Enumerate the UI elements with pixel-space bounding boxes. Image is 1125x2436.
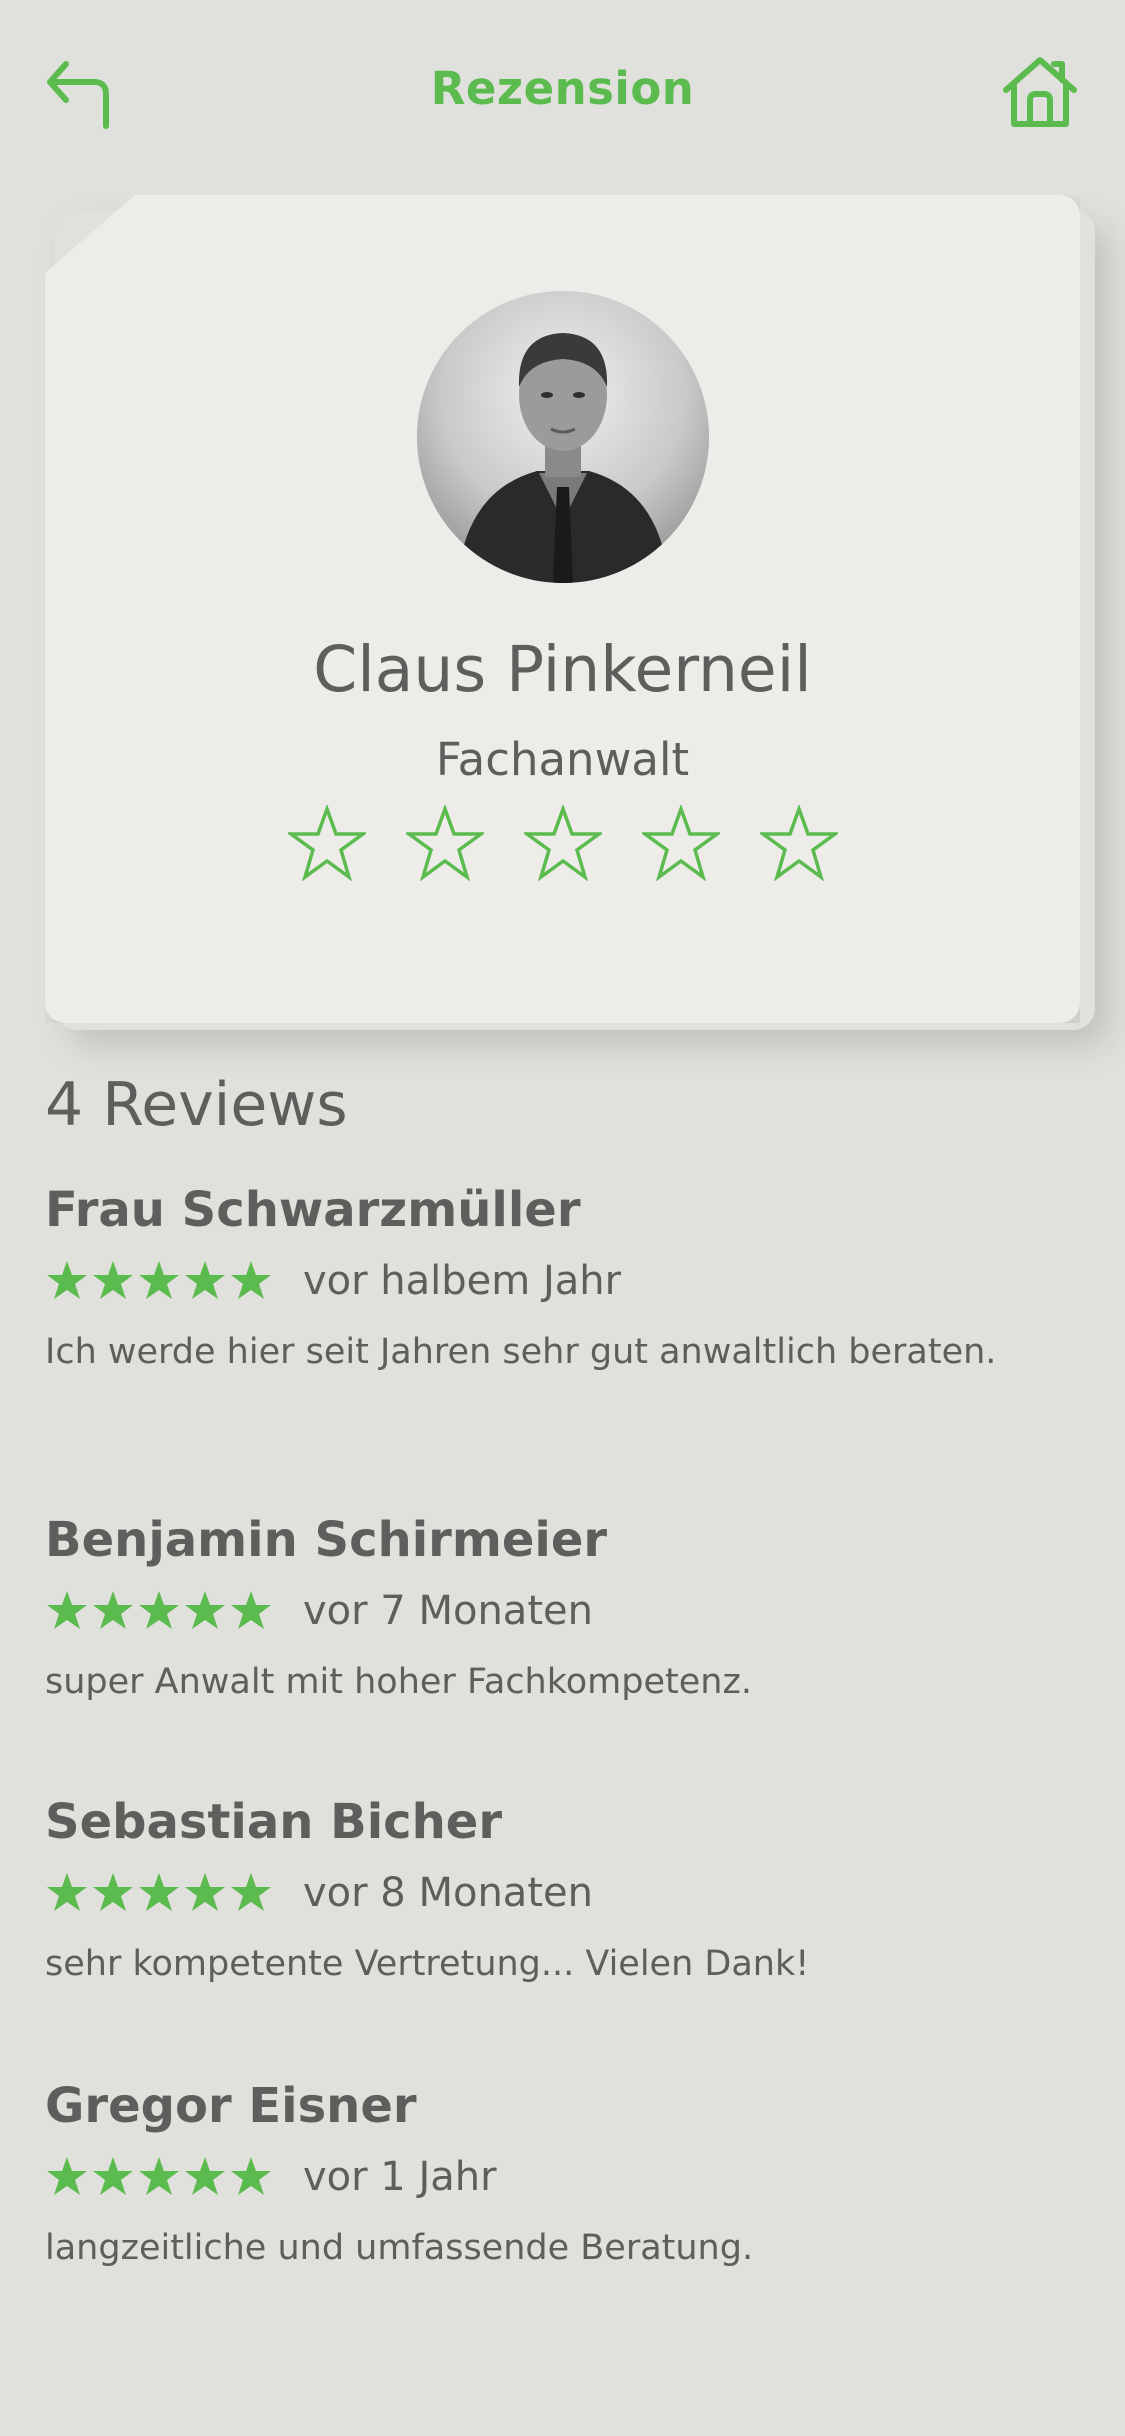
review-time: vor 8 Monaten — [303, 1870, 593, 1916]
review-stars — [45, 2155, 273, 2199]
star-filled-icon — [185, 1873, 225, 1911]
review-item: Frau Schwarzmüller vor halbem Jahr Ich w… — [45, 1180, 1080, 1374]
star-filled-icon — [93, 1261, 133, 1299]
star-filled-icon — [185, 2157, 225, 2195]
review-meta: vor 1 Jahr — [45, 2152, 1080, 2202]
star-filled-icon — [231, 1591, 271, 1629]
review-text: super Anwalt mit hoher Fachkompetenz. — [45, 1662, 752, 1702]
star-filled-icon — [47, 1591, 87, 1629]
home-button[interactable] — [1000, 54, 1080, 134]
star-outline-icon[interactable] — [641, 805, 720, 883]
review-time: vor halbem Jahr — [303, 1258, 622, 1304]
star-filled-icon — [231, 1873, 271, 1911]
review-meta: vor 8 Monaten — [45, 1868, 1080, 1918]
star-filled-icon — [139, 2157, 179, 2195]
star-filled-icon — [139, 1873, 179, 1911]
profile-card: Claus Pinkerneil Fachanwalt — [45, 195, 1080, 1023]
review-author: Gregor Eisner — [45, 2078, 417, 2134]
star-filled-icon — [47, 2157, 87, 2195]
star-filled-icon — [139, 1261, 179, 1299]
star-filled-icon — [93, 2157, 133, 2195]
review-author: Sebastian Bicher — [45, 1794, 503, 1850]
review-author: Benjamin Schirmeier — [45, 1512, 608, 1568]
review-text: langzeitliche und umfassende Beratung. — [45, 2228, 754, 2268]
review-time: vor 1 Jahr — [303, 2154, 497, 2200]
star-filled-icon — [139, 1591, 179, 1629]
avatar-portrait — [417, 291, 709, 583]
star-outline-icon[interactable] — [405, 805, 484, 883]
star-outline-icon[interactable] — [287, 805, 366, 883]
review-item: Sebastian Bicher vor 8 Monaten sehr komp… — [45, 1792, 1080, 1986]
review-text: Ich werde hier seit Jahren sehr gut anwa… — [45, 1332, 997, 1372]
profile-role: Fachanwalt — [435, 733, 690, 786]
page-title: Rezension — [430, 62, 695, 115]
review-item: Gregor Eisner vor 1 Jahr langzeitliche u… — [45, 2076, 1080, 2270]
review-stars — [45, 1259, 273, 1303]
star-filled-icon — [185, 1261, 225, 1299]
review-item: Benjamin Schirmeier vor 7 Monaten super … — [45, 1510, 1080, 1704]
review-meta: vor halbem Jahr — [45, 1256, 1080, 1306]
home-icon — [1003, 57, 1077, 127]
avatar — [417, 291, 709, 583]
star-filled-icon — [93, 1873, 133, 1911]
profile-name: Claus Pinkerneil — [313, 633, 812, 706]
star-filled-icon — [231, 2157, 271, 2195]
star-outline-icon[interactable] — [523, 805, 602, 883]
star-filled-icon — [47, 1261, 87, 1299]
star-outline-icon[interactable] — [759, 805, 838, 883]
star-filled-icon — [185, 1591, 225, 1629]
rating-input[interactable] — [45, 805, 1080, 883]
star-filled-icon — [93, 1591, 133, 1629]
review-author: Frau Schwarzmüller — [45, 1182, 581, 1238]
review-stars — [45, 1589, 273, 1633]
star-filled-icon — [47, 1873, 87, 1911]
review-time: vor 7 Monaten — [303, 1588, 593, 1634]
review-stars — [45, 1871, 273, 1915]
reviews-heading: 4 Reviews — [45, 1070, 348, 1140]
review-text: sehr kompetente Vertretung... Vielen Dan… — [45, 1944, 810, 1984]
app-header: Rezension — [0, 0, 1125, 190]
review-meta: vor 7 Monaten — [45, 1586, 1080, 1636]
star-filled-icon — [231, 1261, 271, 1299]
